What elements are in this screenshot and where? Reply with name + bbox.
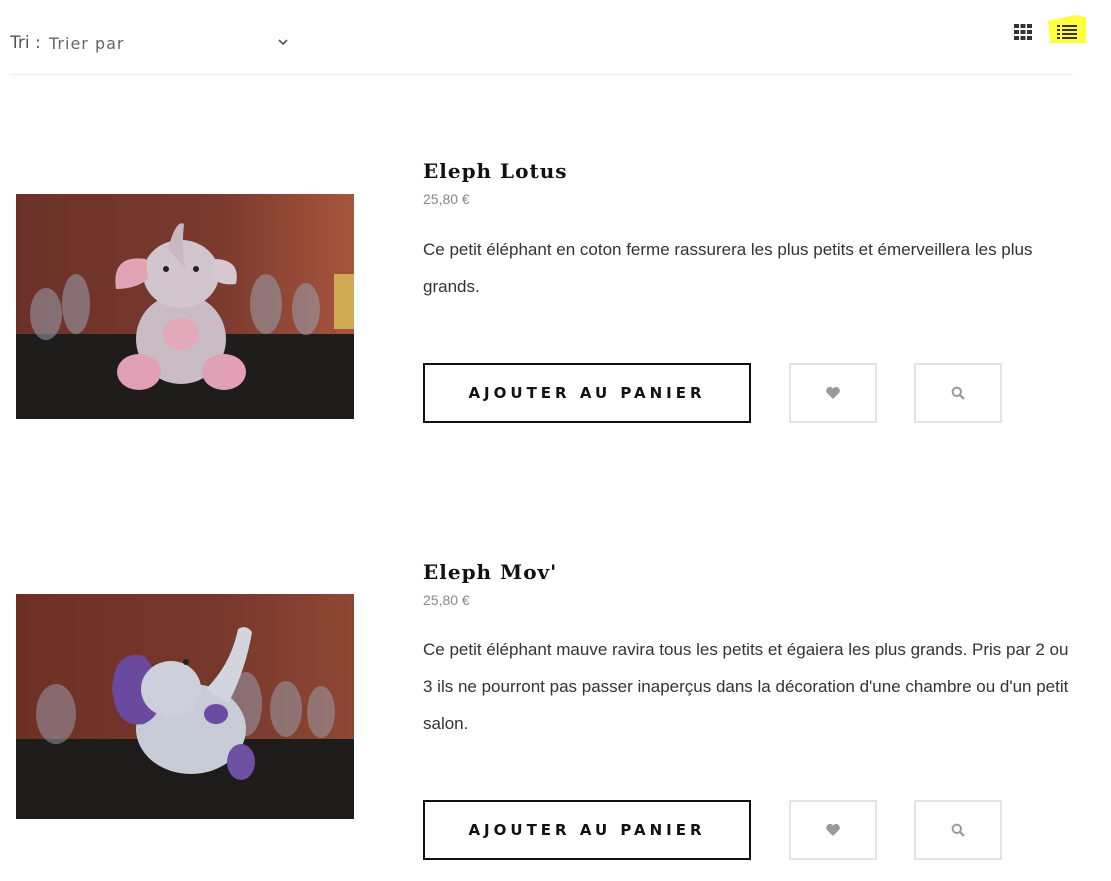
product-item: Eleph Lotus 25,80 € Ce petit éléphant en… [0, 150, 1111, 450]
product-title[interactable]: Eleph Lotus [423, 159, 568, 183]
list-view-icon [1057, 24, 1077, 39]
search-icon [951, 386, 965, 400]
grid-view-icon [1014, 24, 1032, 40]
search-icon [951, 823, 965, 837]
grid-view-button[interactable] [1009, 20, 1037, 44]
sort-select[interactable]: Trier par [49, 30, 294, 56]
add-to-wishlist-button[interactable] [789, 363, 877, 423]
add-to-cart-button[interactable]: AJOUTER AU PANIER [423, 800, 751, 860]
product-price: 25,80 € [423, 592, 470, 608]
chevron-down-icon [278, 39, 288, 46]
heart-icon [826, 386, 840, 399]
shop-toolbar: Tri : Trier par [0, 0, 1111, 76]
sort-select-value: Trier par [49, 34, 125, 53]
product-description: Ce petit éléphant mauve ravira tous les … [423, 640, 1069, 733]
heart-icon [826, 823, 840, 836]
product-item: Eleph Mov' 25,80 € Ce petit éléphant mau… [0, 551, 1111, 860]
product-description: Ce petit éléphant en coton ferme rassure… [423, 240, 1033, 296]
quick-view-button[interactable] [914, 363, 1002, 423]
quick-view-button[interactable] [914, 800, 1002, 860]
toolbar-divider [10, 74, 1073, 75]
product-image[interactable] [16, 594, 354, 819]
list-view-button[interactable] [1048, 15, 1086, 43]
add-to-wishlist-button[interactable] [789, 800, 877, 860]
add-to-cart-button[interactable]: AJOUTER AU PANIER [423, 363, 751, 423]
sort-label: Tri : [10, 33, 41, 53]
product-price: 25,80 € [423, 191, 470, 207]
product-image[interactable] [16, 194, 354, 419]
product-title[interactable]: Eleph Mov' [423, 560, 557, 584]
